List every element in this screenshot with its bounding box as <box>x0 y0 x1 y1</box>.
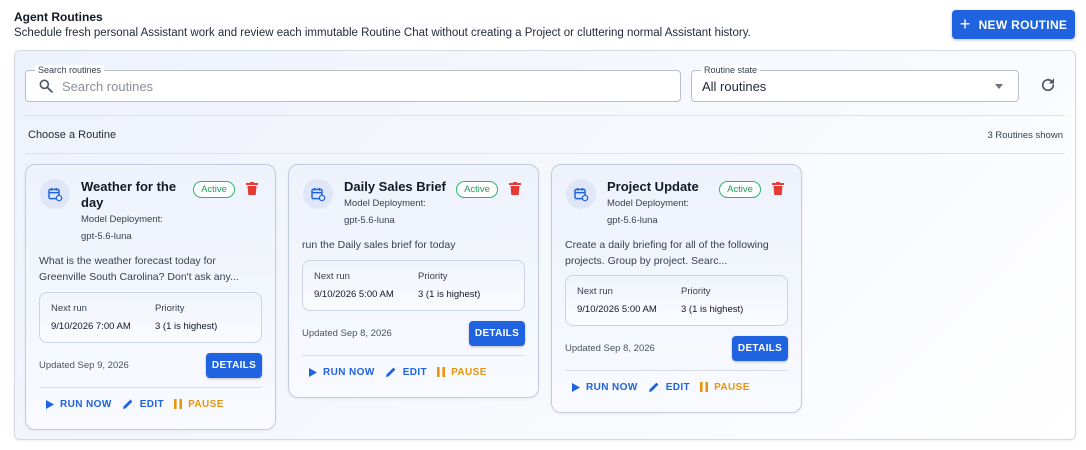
routine-name: Weather for the day <box>81 179 177 210</box>
edit-label: EDIT <box>402 366 428 378</box>
next-run-value: 9/10/2026 7:00 AM <box>51 321 131 332</box>
next-run-label: Next run <box>51 303 87 314</box>
pause-label: PAUSE <box>714 381 750 393</box>
card-divider <box>302 355 525 356</box>
model-value: gpt-5.6-luna <box>344 215 395 226</box>
schedule-info-box: Next run Priority 9/10/2026 5:00 AM 3 (1… <box>302 260 525 311</box>
pause-button[interactable]: PAUSE <box>437 367 487 378</box>
card-actions: RUN NOW EDIT PAUSE <box>309 366 497 378</box>
choose-routine-title: Choose a Routine <box>28 129 117 141</box>
model-value: gpt-5.6-luna <box>81 231 132 242</box>
schedule-info-box: Next run Priority 9/10/2026 5:00 AM 3 (1… <box>565 275 788 326</box>
page-subtitle: Schedule fresh personal Assistant work a… <box>14 27 751 39</box>
page-title: Agent Routines <box>14 10 103 24</box>
search-placeholder: Search routines <box>62 79 154 94</box>
calendar-refresh-icon <box>566 179 596 209</box>
status-badge: Active <box>719 181 761 198</box>
edit-label: EDIT <box>139 398 165 410</box>
run-now-button[interactable]: RUN NOW <box>572 382 638 393</box>
routine-description: run the Daily sales brief for today <box>302 239 456 251</box>
details-button[interactable]: DETAILS <box>206 353 262 378</box>
schedule-info-box: Next run Priority 9/10/2026 7:00 AM 3 (1… <box>39 292 262 343</box>
run-now-button[interactable]: RUN NOW <box>309 367 375 378</box>
next-run-value: 9/10/2026 5:00 AM <box>577 304 657 315</box>
routine-state-label: Routine state <box>701 65 761 76</box>
chevron-down-icon <box>995 84 1003 89</box>
updated-date: Updated Sep 8, 2026 <box>565 343 655 354</box>
card-divider <box>565 370 788 371</box>
trash-icon[interactable] <box>772 182 784 195</box>
routine-card-sales[interactable]: Daily Sales Brief Active Model Deploymen… <box>288 164 539 398</box>
priority-value: 3 (1 is highest) <box>418 289 481 300</box>
calendar-refresh-icon <box>40 179 70 209</box>
refresh-icon[interactable] <box>1039 76 1057 94</box>
next-run-value: 9/10/2026 5:00 AM <box>314 289 394 300</box>
trash-icon[interactable] <box>509 182 521 195</box>
model-label: Model Deployment: <box>344 198 426 209</box>
priority-value: 3 (1 is highest) <box>155 321 218 332</box>
model-label: Model Deployment: <box>607 198 689 209</box>
routine-description: Create a daily briefing for all of the f… <box>565 239 769 267</box>
search-icon <box>39 79 53 93</box>
status-badge: Active <box>456 181 498 198</box>
routine-name: Daily Sales Brief <box>344 179 446 194</box>
model-value: gpt-5.6-luna <box>607 215 658 226</box>
routine-state-select[interactable]: Routine state All routines <box>691 65 1019 102</box>
updated-date: Updated Sep 9, 2026 <box>39 360 129 371</box>
details-button[interactable]: DETAILS <box>732 336 788 361</box>
next-run-label: Next run <box>314 271 350 282</box>
trash-icon[interactable] <box>246 182 258 195</box>
divider <box>25 153 1065 154</box>
routine-card-weather[interactable]: Weather for the day Active Model Deploym… <box>25 164 276 430</box>
run-now-label: RUN NOW <box>323 366 375 378</box>
pause-icon <box>437 367 446 377</box>
details-button[interactable]: DETAILS <box>469 321 525 346</box>
priority-label: Priority <box>418 271 448 282</box>
plus-icon: + <box>959 13 971 34</box>
pencil-icon <box>385 367 396 377</box>
edit-label: EDIT <box>665 381 691 393</box>
pause-label: PAUSE <box>451 366 487 378</box>
search-label: Search routines <box>35 65 105 76</box>
play-icon <box>309 367 317 377</box>
search-input[interactable]: Search routines Search routines <box>25 65 681 102</box>
pause-icon <box>700 382 709 392</box>
next-run-label: Next run <box>577 286 613 297</box>
priority-label: Priority <box>681 286 711 297</box>
card-divider <box>39 387 262 388</box>
run-now-label: RUN NOW <box>60 398 112 410</box>
new-routine-button[interactable]: + NEW ROUTINE <box>952 10 1075 39</box>
card-actions: RUN NOW EDIT PAUSE <box>46 398 234 410</box>
model-label: Model Deployment: <box>81 214 163 225</box>
card-actions: RUN NOW EDIT PAUSE <box>572 381 760 393</box>
pencil-icon <box>122 399 133 409</box>
edit-button[interactable]: EDIT <box>122 398 164 410</box>
pencil-icon <box>648 382 659 392</box>
edit-button[interactable]: EDIT <box>648 381 690 393</box>
priority-value: 3 (1 is highest) <box>681 304 744 315</box>
status-badge: Active <box>193 181 235 198</box>
divider <box>25 115 1065 116</box>
updated-date: Updated Sep 8, 2026 <box>302 328 392 339</box>
routine-name: Project Update <box>607 179 699 194</box>
run-now-label: RUN NOW <box>586 381 638 393</box>
run-now-button[interactable]: RUN NOW <box>46 399 112 410</box>
pause-button[interactable]: PAUSE <box>174 399 224 410</box>
pause-icon <box>174 399 183 409</box>
routine-state-value: All routines <box>702 79 767 94</box>
new-routine-label: NEW ROUTINE <box>978 17 1068 32</box>
edit-button[interactable]: EDIT <box>385 366 427 378</box>
priority-label: Priority <box>155 303 185 314</box>
routine-card-project[interactable]: Project Update Active Model Deployment: … <box>551 164 802 413</box>
routine-description: What is the weather forecast today for G… <box>39 255 239 283</box>
play-icon <box>572 382 580 392</box>
play-icon <box>46 399 54 409</box>
pause-label: PAUSE <box>188 398 224 410</box>
calendar-refresh-icon <box>303 179 333 209</box>
pause-button[interactable]: PAUSE <box>700 382 750 393</box>
routines-panel: Search routines Search routines Routine … <box>14 50 1076 440</box>
routines-count: 3 Routines shown <box>987 130 1063 141</box>
